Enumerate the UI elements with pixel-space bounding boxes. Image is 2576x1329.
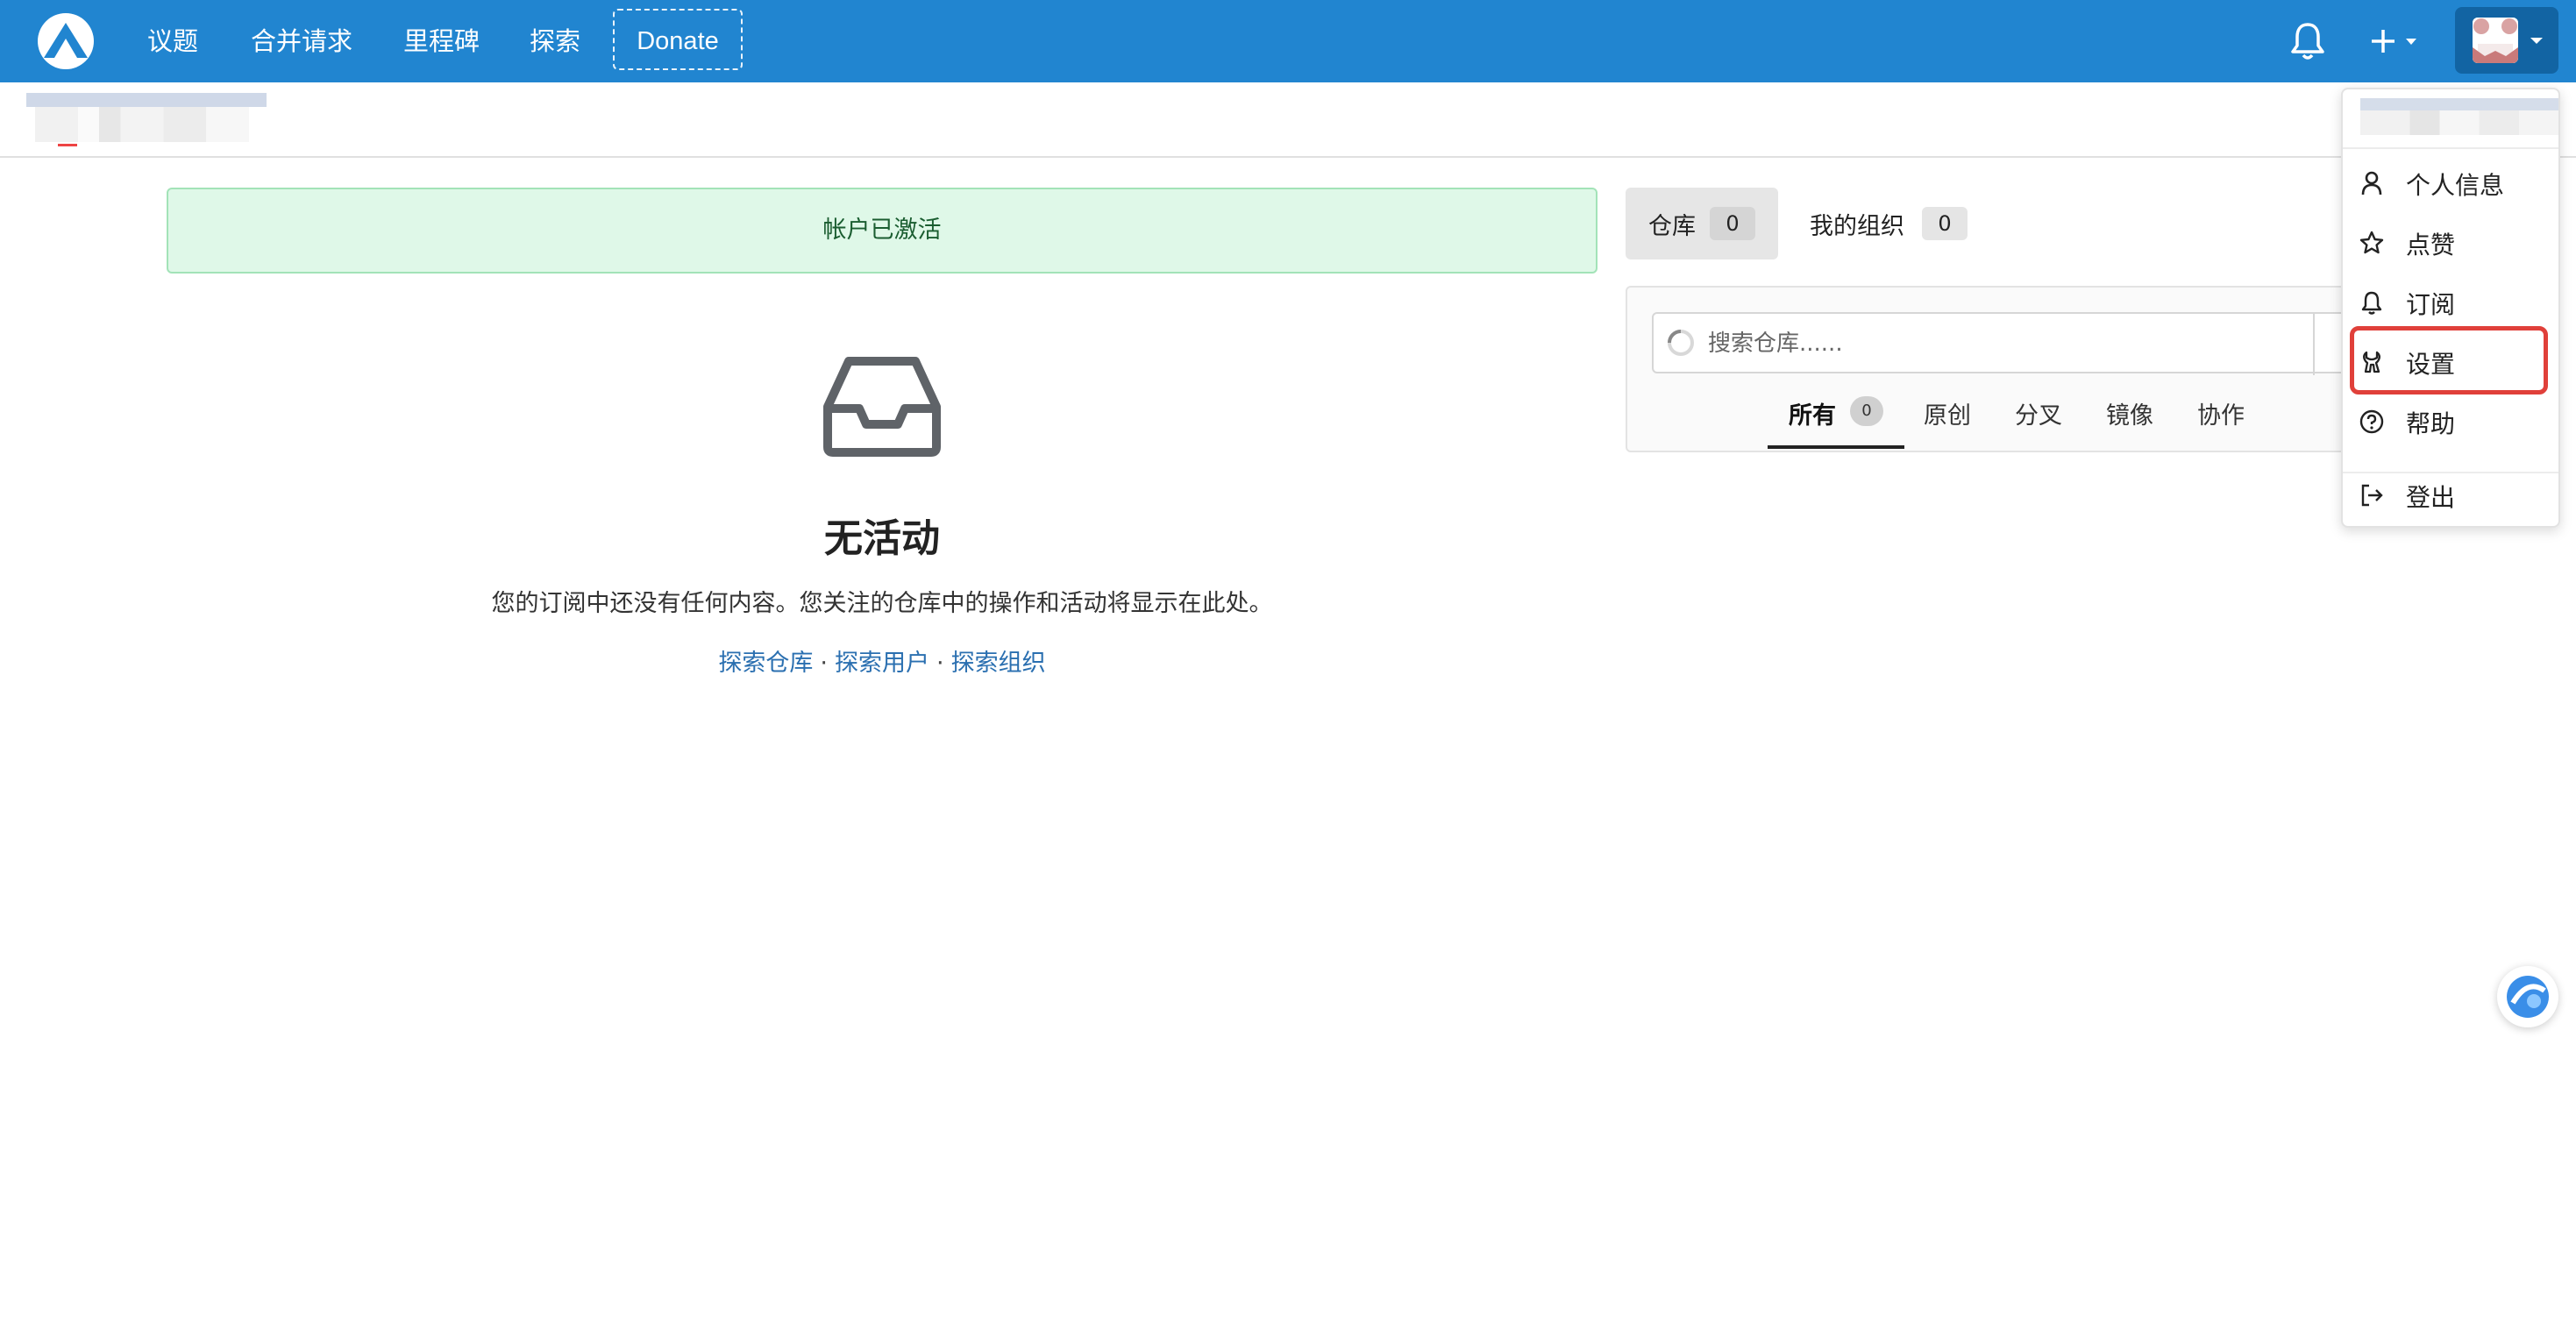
redacted-block	[58, 144, 77, 146]
menu-item-logout[interactable]: 登出	[2341, 470, 2557, 519]
redacted-block	[26, 93, 267, 107]
person-icon	[2359, 170, 2385, 196]
context-header	[0, 82, 2576, 158]
chevron-down-icon	[2527, 28, 2546, 53]
avatar	[2473, 18, 2518, 63]
tab-my-organizations[interactable]: 我的组织 0	[1810, 188, 1985, 259]
filter-tab-all[interactable]: 所有	[1789, 396, 1836, 430]
redacted-block	[2360, 110, 2558, 135]
divider	[2313, 314, 2315, 375]
link-separator: ·	[820, 650, 828, 677]
menu-item-label: 点赞	[2406, 231, 2456, 259]
explore-links: 探索仓库 · 探索用户 · 探索组织	[605, 643, 1159, 678]
repo-list-panel	[1626, 286, 2388, 452]
redacted-block	[35, 107, 249, 142]
settings-highlight-box	[2350, 326, 2548, 394]
repo-search-box[interactable]	[1652, 312, 2388, 373]
repo-search-input[interactable]	[1706, 321, 2323, 366]
count-badge: 0	[1922, 207, 1968, 240]
menu-item-label: 帮助	[2406, 409, 2456, 438]
loading-spinner-icon	[1666, 328, 1696, 358]
nav-explore[interactable]: 探索	[530, 0, 580, 82]
donate-button[interactable]: Donate	[613, 9, 743, 70]
nav-pull-requests[interactable]: 合并请求	[251, 0, 352, 82]
link-separator: ·	[936, 650, 944, 677]
user-menu-button[interactable]	[2455, 7, 2558, 74]
sign-out-icon	[2359, 482, 2385, 508]
tab-label: 我的组织	[1810, 213, 1904, 240]
inbox-icon	[822, 354, 942, 458]
top-navbar	[0, 0, 2576, 82]
count-badge: 0	[1850, 396, 1883, 426]
empty-state-description: 您的订阅中还没有任何内容。您关注的仓库中的操作和活动将显示在此处。	[491, 590, 1273, 617]
menu-item-label: 个人信息	[2406, 171, 2505, 200]
tab-repositories[interactable]: 仓库 0	[1626, 188, 1778, 259]
filter-tab-sources[interactable]: 原创	[1924, 396, 1971, 430]
filter-tab-collaborative[interactable]: 协作	[2197, 396, 2245, 430]
empty-state-title: 无活动	[824, 516, 940, 561]
flash-success-message: 帐户已激活	[167, 188, 1598, 274]
create-new-plus-icon[interactable]	[2367, 18, 2425, 65]
menu-item-help[interactable]: 帮助	[2341, 396, 2557, 445]
gitea-logo-icon[interactable]	[37, 12, 95, 70]
explore-orgs-link[interactable]: 探索组织	[951, 650, 1046, 677]
bell-icon	[2359, 289, 2385, 316]
filter-tab-mirrors[interactable]: 镜像	[2106, 396, 2153, 430]
menu-divider	[2343, 147, 2558, 149]
menu-item-stars[interactable]: 点赞	[2341, 217, 2557, 267]
filter-tab-forks[interactable]: 分叉	[2015, 396, 2062, 430]
question-circle-icon	[2359, 409, 2385, 435]
menu-item-label: 登出	[2406, 483, 2456, 512]
menu-item-label: 订阅	[2406, 290, 2456, 319]
explore-repos-link[interactable]: 探索仓库	[718, 650, 813, 677]
menu-item-subscriptions[interactable]: 订阅	[2341, 277, 2557, 326]
count-badge: 0	[1710, 207, 1755, 240]
explore-users-link[interactable]: 探索用户	[835, 650, 929, 677]
nav-milestones[interactable]: 里程碑	[403, 0, 480, 82]
menu-item-profile[interactable]: 个人信息	[2341, 158, 2557, 207]
star-icon	[2359, 230, 2385, 256]
active-tab-underline	[1768, 445, 1904, 449]
tab-label: 仓库	[1648, 213, 1696, 240]
redacted-block	[2360, 98, 2558, 110]
notifications-bell-icon[interactable]	[2288, 19, 2327, 63]
nav-issues[interactable]: 议题	[147, 0, 198, 82]
assistant-float-icon[interactable]	[2497, 966, 2558, 1027]
